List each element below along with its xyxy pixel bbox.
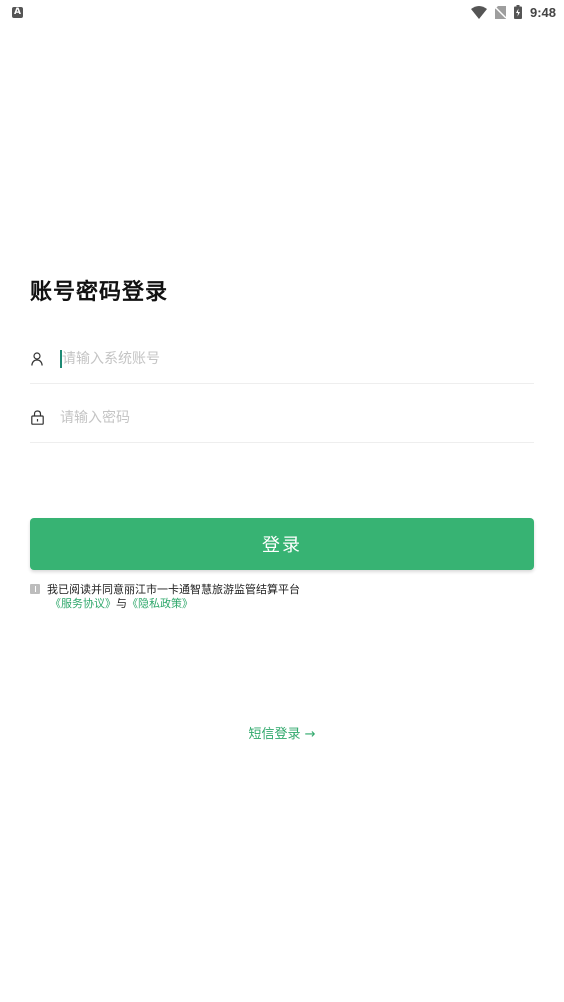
arrow-right-icon: → bbox=[304, 727, 316, 742]
agreement-conjunction: 与 bbox=[116, 597, 127, 610]
agreement-links: 《服务协议》与《隐私政策》 bbox=[50, 597, 534, 611]
page-title: 账号密码登录 bbox=[30, 280, 169, 305]
service-agreement-link[interactable]: 《服务协议》 bbox=[50, 597, 116, 610]
agreement: 我已阅读并同意丽江市一卡通智慧旅游监管结算平台 《服务协议》与《隐私政策》 bbox=[30, 583, 534, 611]
status-left: A bbox=[12, 6, 23, 18]
login-button[interactable]: 登录 bbox=[30, 518, 534, 570]
lock-icon bbox=[30, 410, 44, 426]
sms-login-label: 短信登录 bbox=[248, 727, 301, 742]
user-icon bbox=[30, 351, 44, 367]
status-bar: A 9:48 bbox=[0, 0, 564, 24]
agreement-checkbox[interactable] bbox=[30, 584, 40, 594]
status-right: 9:48 bbox=[470, 4, 556, 20]
battery-charging-icon bbox=[513, 5, 522, 19]
sms-login-link[interactable]: 短信登录 → bbox=[0, 723, 564, 742]
account-field-row bbox=[30, 334, 534, 384]
password-input[interactable] bbox=[60, 405, 534, 430]
privacy-policy-link[interactable]: 《隐私政策》 bbox=[127, 597, 193, 610]
app-notification-icon: A bbox=[12, 6, 23, 18]
agreement-text: 我已阅读并同意丽江市一卡通智慧旅游监管结算平台 bbox=[47, 583, 300, 596]
account-input[interactable] bbox=[62, 346, 534, 371]
wifi-icon bbox=[470, 5, 487, 19]
status-time: 9:48 bbox=[529, 4, 556, 20]
no-sim-icon bbox=[494, 5, 506, 19]
password-field-row bbox=[30, 393, 534, 443]
